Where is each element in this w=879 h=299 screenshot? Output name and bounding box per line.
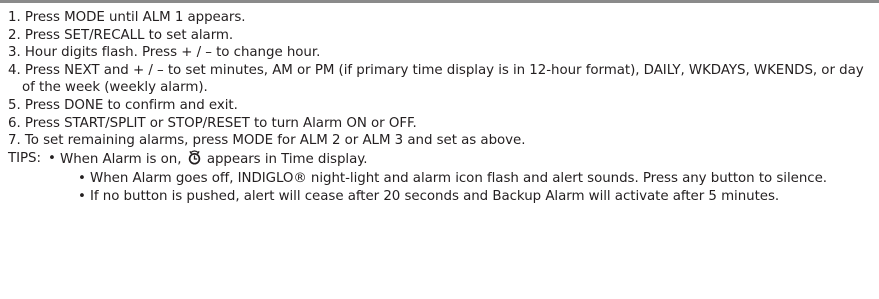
tip-3-text: If no button is pushed, alert will cease… bbox=[90, 188, 780, 204]
alarm-clock-icon bbox=[188, 150, 201, 171]
step-6-text: Press START/SPLIT or STOP/RESET to turn … bbox=[24, 115, 417, 131]
tip-1-text-start: When Alarm is on, bbox=[60, 151, 186, 167]
step-7-number: 7. bbox=[8, 133, 21, 149]
step-7: 7. To set remaining alarms, press MODE f… bbox=[8, 132, 873, 150]
tip-3-bullet: • bbox=[78, 188, 86, 204]
tips-section: TIPS: • When Alarm is on, appears in Tim… bbox=[8, 150, 873, 206]
step-2: 2. Press SET/RECALL to set alarm. bbox=[8, 27, 873, 45]
tips-list: • When Alarm is on, appears in Time disp… bbox=[48, 150, 873, 206]
step-3-text: Hour digits flash. Press + / – to change… bbox=[24, 45, 321, 61]
tip-2: • When Alarm goes off, INDIGLO® night-li… bbox=[78, 170, 873, 188]
step-5-text: Press DONE to confirm and exit. bbox=[24, 97, 238, 113]
step-2-text: Press SET/RECALL to set alarm. bbox=[24, 27, 234, 43]
tip-2-bullet: • bbox=[78, 171, 86, 187]
step-5-number: 5. bbox=[8, 97, 21, 113]
step-4-text: Press NEXT and + / – to set minutes, AM … bbox=[22, 62, 864, 96]
step-1-text: Press MODE until ALM 1 appears. bbox=[24, 10, 246, 25]
step-6-number: 6. bbox=[8, 115, 21, 131]
tip-1: • When Alarm is on, appears in Time disp… bbox=[48, 150, 873, 171]
tip-2-text: When Alarm goes off, INDIGLO® night-ligh… bbox=[90, 171, 827, 187]
step-2-number: 2. bbox=[8, 27, 21, 43]
tip-1-text-end: appears in Time display. bbox=[202, 151, 368, 167]
tip-3: • If no button is pushed, alert will cea… bbox=[78, 188, 873, 206]
tips-label: TIPS: bbox=[8, 150, 41, 166]
top-divider-bar bbox=[0, 0, 879, 3]
step-7-text: To set remaining alarms, press MODE for … bbox=[24, 133, 526, 149]
tip-1-text: When Alarm is on, appears in Time displa… bbox=[60, 150, 873, 171]
step-1-number: 1. bbox=[8, 10, 21, 25]
step-5: 5. Press DONE to confirm and exit. bbox=[8, 97, 873, 115]
step-3: 3. Hour digits flash. Press + / – to cha… bbox=[8, 44, 873, 62]
step-4-number: 4. bbox=[8, 62, 21, 78]
step-6: 6. Press START/SPLIT or STOP/RESET to tu… bbox=[8, 115, 873, 133]
step-3-number: 3. bbox=[8, 45, 21, 61]
step-4: 4. Press NEXT and + / – to set minutes, … bbox=[8, 62, 873, 97]
tip-1-bullet: • bbox=[48, 150, 56, 166]
alarm-instructions: 1. Press MODE until ALM 1 appears. 2. Pr… bbox=[8, 9, 873, 206]
step-1: 1. Press MODE until ALM 1 appears. bbox=[8, 9, 873, 27]
